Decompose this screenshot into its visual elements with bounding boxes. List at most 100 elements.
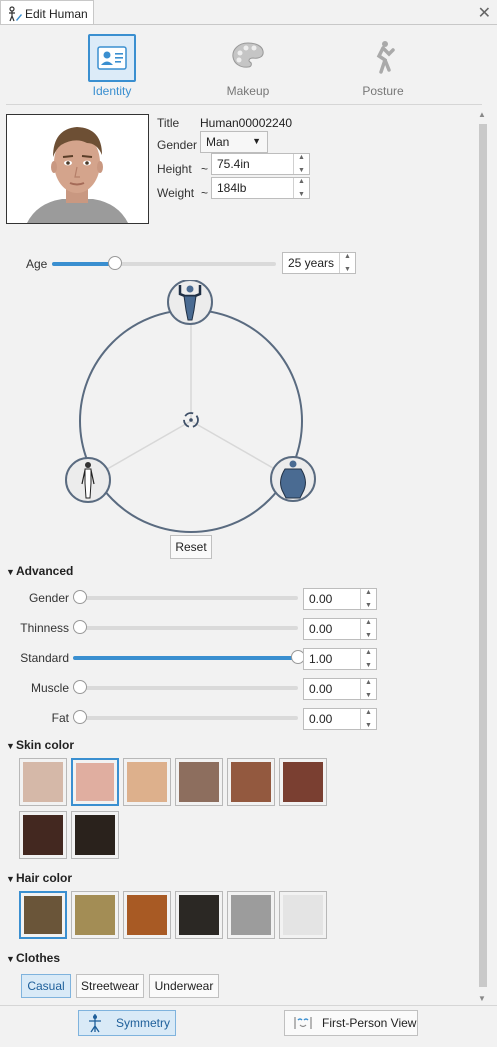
hair-color-swatch[interactable] xyxy=(19,891,67,939)
skin-color-swatch[interactable] xyxy=(19,811,67,859)
standard-slider[interactable] xyxy=(73,650,305,664)
advanced-header-label: Advanced xyxy=(16,564,74,578)
skin-color-swatch[interactable] xyxy=(279,758,327,806)
skin-color-swatch-fill xyxy=(23,815,63,855)
age-label: Age xyxy=(26,257,48,271)
gender-value-field[interactable]: 0.00 xyxy=(303,588,377,610)
skin-color-header-label: Skin color xyxy=(16,738,75,752)
gender-slider-label: Gender xyxy=(28,591,69,605)
muscle-value-field[interactable]: 0.00 xyxy=(303,678,377,700)
weight-value: 184lb xyxy=(217,181,247,195)
thinness-spin-icon[interactable] xyxy=(360,619,376,639)
skin-color-swatch-fill xyxy=(75,815,115,855)
skin-color-header[interactable]: ▼Skin color xyxy=(6,738,74,752)
weight-approx: ~ xyxy=(201,186,209,200)
hair-color-swatch[interactable] xyxy=(123,891,171,939)
gender-slider[interactable] xyxy=(73,590,298,604)
symmetry-figure-icon xyxy=(89,1014,101,1033)
symmetry-label: Symmetry xyxy=(116,1016,170,1030)
scroll-up-icon[interactable]: ▲ xyxy=(478,110,486,119)
skin-color-swatch[interactable] xyxy=(227,758,275,806)
height-spin-icon[interactable] xyxy=(293,154,309,174)
clothes-casual-button[interactable]: Casual xyxy=(21,974,71,998)
thinness-value-field[interactable]: 0.00 xyxy=(303,618,377,640)
window-tab[interactable]: Edit Human xyxy=(0,0,94,25)
muscle-slider-label: Muscle xyxy=(30,681,69,695)
hair-color-swatch-fill xyxy=(127,895,167,935)
hair-color-swatch-fill xyxy=(179,895,219,935)
fat-value: 0.00 xyxy=(309,712,333,726)
age-field[interactable]: 25 years xyxy=(282,252,356,274)
standard-slider-fill xyxy=(73,656,298,660)
clothes-header-label: Clothes xyxy=(16,951,61,965)
age-spin-icon[interactable] xyxy=(339,253,355,273)
skin-color-swatch[interactable] xyxy=(123,758,171,806)
edit-human-icon xyxy=(9,6,22,22)
gender-select-value: Man xyxy=(206,135,230,149)
clothes-underwear-button[interactable]: Underwear xyxy=(149,974,219,998)
fat-slider-label: Fat xyxy=(51,711,69,725)
scrollbar[interactable]: ▲ ▼ xyxy=(477,110,489,1003)
scrollbar-thumb[interactable] xyxy=(479,124,487,987)
collapse-arrow-icon: ▼ xyxy=(6,741,15,751)
muscular-figure-icon[interactable] xyxy=(167,280,213,325)
close-icon[interactable]: ✕ xyxy=(478,3,491,23)
hair-color-swatch[interactable] xyxy=(227,891,275,939)
clothes-streetwear-button[interactable]: Streetwear xyxy=(76,974,144,998)
skin-color-swatch-fill xyxy=(283,762,323,802)
heavy-figure-icon[interactable] xyxy=(270,456,316,502)
hair-color-swatch-fill xyxy=(283,895,323,935)
fat-spin-icon[interactable] xyxy=(360,709,376,729)
window-title: Edit Human xyxy=(25,7,88,21)
first-person-face-icon xyxy=(294,1017,312,1029)
muscle-slider[interactable] xyxy=(73,680,298,694)
gender-spin-icon[interactable] xyxy=(360,589,376,609)
skin-color-swatch-fill xyxy=(127,762,167,802)
tab-posture[interactable]: Posture xyxy=(313,32,453,102)
scroll-down-icon[interactable]: ▼ xyxy=(478,994,486,1003)
skin-color-swatch-fill xyxy=(23,762,63,802)
fat-value-field[interactable]: 0.00 xyxy=(303,708,377,730)
muscle-slider-handle[interactable] xyxy=(73,680,87,694)
tab-identity[interactable]: Identity xyxy=(42,32,182,102)
body-shape-selector[interactable] xyxy=(60,280,322,540)
weight-field[interactable]: 184lb xyxy=(211,177,310,199)
hair-color-swatch-fill xyxy=(75,895,115,935)
standard-value-field[interactable]: 1.00 xyxy=(303,648,377,670)
reset-button[interactable]: Reset xyxy=(170,535,212,559)
fat-slider[interactable] xyxy=(73,710,298,724)
clothes-header[interactable]: ▼Clothes xyxy=(6,951,60,965)
height-label: Height xyxy=(157,162,192,176)
hair-color-swatch[interactable] xyxy=(71,891,119,939)
thinness-slider[interactable] xyxy=(73,620,298,634)
age-slider[interactable] xyxy=(52,256,276,270)
skin-color-swatch[interactable] xyxy=(175,758,223,806)
hair-color-swatch[interactable] xyxy=(279,891,327,939)
palette-icon xyxy=(224,34,272,82)
age-slider-handle[interactable] xyxy=(107,256,122,270)
skin-color-swatch[interactable] xyxy=(19,758,67,806)
advanced-header[interactable]: ▼Advanced xyxy=(6,564,73,578)
weight-spin-icon[interactable] xyxy=(293,178,309,198)
fat-slider-handle[interactable] xyxy=(73,710,87,724)
first-person-view-button[interactable]: First-Person View xyxy=(284,1010,418,1036)
height-value: 75.4in xyxy=(217,157,250,171)
muscle-spin-icon[interactable] xyxy=(360,679,376,699)
tab-identity-label: Identity xyxy=(92,84,132,98)
thinness-slider-handle[interactable] xyxy=(73,620,87,634)
standard-spin-icon[interactable] xyxy=(360,649,376,669)
hair-color-header[interactable]: ▼Hair color xyxy=(6,871,72,885)
symmetry-button[interactable]: Symmetry xyxy=(78,1010,176,1036)
id-card-icon xyxy=(88,34,136,82)
avatar-portrait xyxy=(6,114,149,224)
gender-select[interactable]: Man ▼ xyxy=(200,131,268,153)
skin-color-swatch-fill xyxy=(179,762,219,802)
height-field[interactable]: 75.4in xyxy=(211,153,310,175)
hair-color-swatch[interactable] xyxy=(175,891,223,939)
thin-figure-icon[interactable] xyxy=(65,457,111,503)
collapse-arrow-icon: ▼ xyxy=(6,874,15,884)
gender-slider-handle[interactable] xyxy=(73,590,87,604)
skin-color-swatch[interactable] xyxy=(71,758,119,806)
tab-makeup[interactable]: Makeup xyxy=(178,32,318,102)
skin-color-swatch[interactable] xyxy=(71,811,119,859)
